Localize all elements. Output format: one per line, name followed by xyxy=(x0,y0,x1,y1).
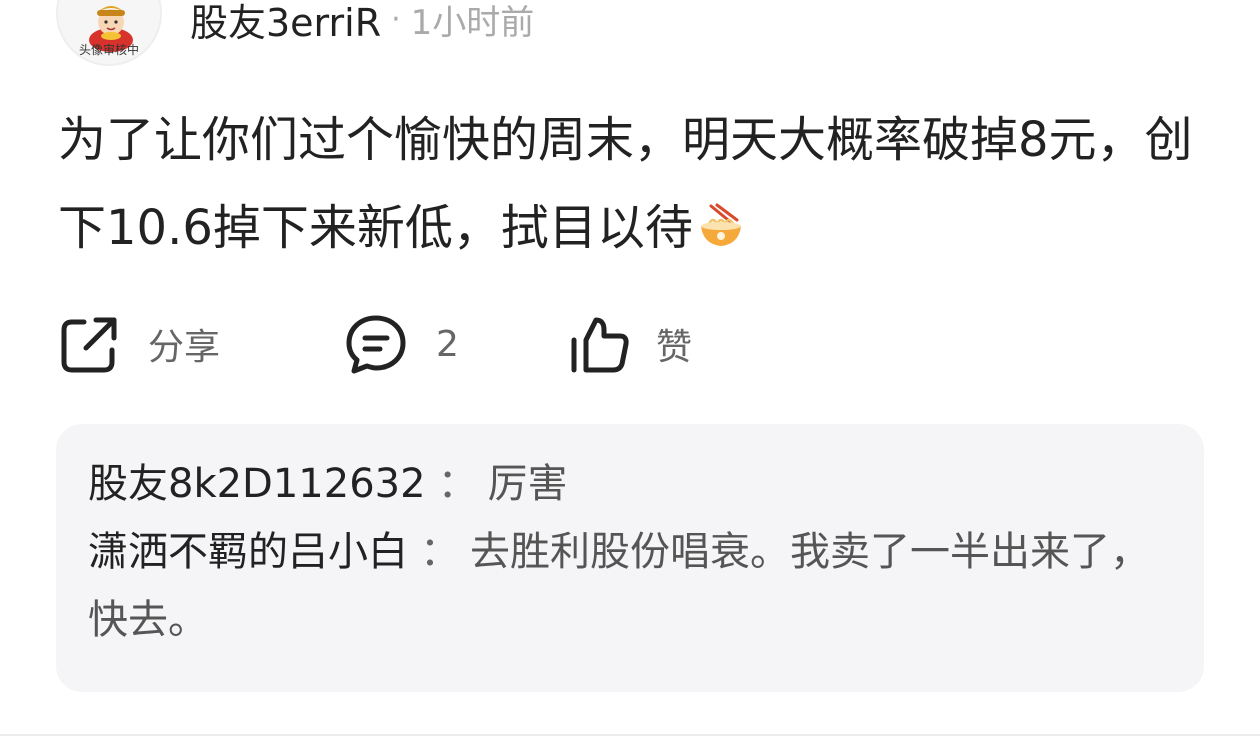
comment-text: 厉害 xyxy=(487,461,568,507)
post-time: 1小时前 xyxy=(410,2,535,43)
like-button[interactable]: 赞 xyxy=(566,306,692,382)
share-button[interactable]: 分享 xyxy=(58,306,220,382)
like-label: 赞 xyxy=(656,327,693,368)
comment-author[interactable]: 潇洒不羁的吕小白 xyxy=(88,529,408,575)
comment-item[interactable]: 潇洒不羁的吕小白：去胜利股份唱衰。我卖了一半出来了，快去。 xyxy=(88,518,1174,654)
action-bar: 分享 2 赞 xyxy=(58,306,758,382)
post-card: 头像审核中 股友3erriR · 1小时前 为了让你们过个愉快的周末，明天大概率… xyxy=(0,0,1260,740)
avatar[interactable]: 头像审核中 xyxy=(56,0,162,66)
comment-button[interactable]: 2 xyxy=(344,306,459,382)
post-header: 股友3erriR · 1小时前 xyxy=(190,0,535,47)
share-icon xyxy=(61,317,117,373)
comment-item[interactable]: 股友8k2D112632：厉害 xyxy=(88,450,1174,518)
comment-separator: ： xyxy=(420,529,460,575)
thumbs-up-icon xyxy=(571,317,629,373)
comment-preview-box[interactable]: 股友8k2D112632：厉害 潇洒不羁的吕小白：去胜利股份唱衰。我卖了一半出来… xyxy=(56,424,1204,692)
post-content: 为了让你们过个愉快的周末，明天大概率破掉8元，创下10.6掉下来新低，拭目以待 xyxy=(58,96,1208,272)
username[interactable]: 股友3erriR xyxy=(190,0,381,47)
share-label: 分享 xyxy=(148,327,221,368)
post-text: 为了让你们过个愉快的周末，明天大概率破掉8元，创下10.6掉下来新低，拭目以待 xyxy=(58,112,1193,256)
comment-icon xyxy=(346,315,406,374)
divider xyxy=(0,734,1260,736)
comment-count: 2 xyxy=(436,323,459,365)
comment-separator: ： xyxy=(437,461,478,507)
avatar-review-badge: 头像审核中 xyxy=(78,43,139,57)
header-separator: · xyxy=(391,1,401,37)
comment-author[interactable]: 股友8k2D112632 xyxy=(88,461,426,507)
noodle-bowl-icon xyxy=(700,203,741,246)
